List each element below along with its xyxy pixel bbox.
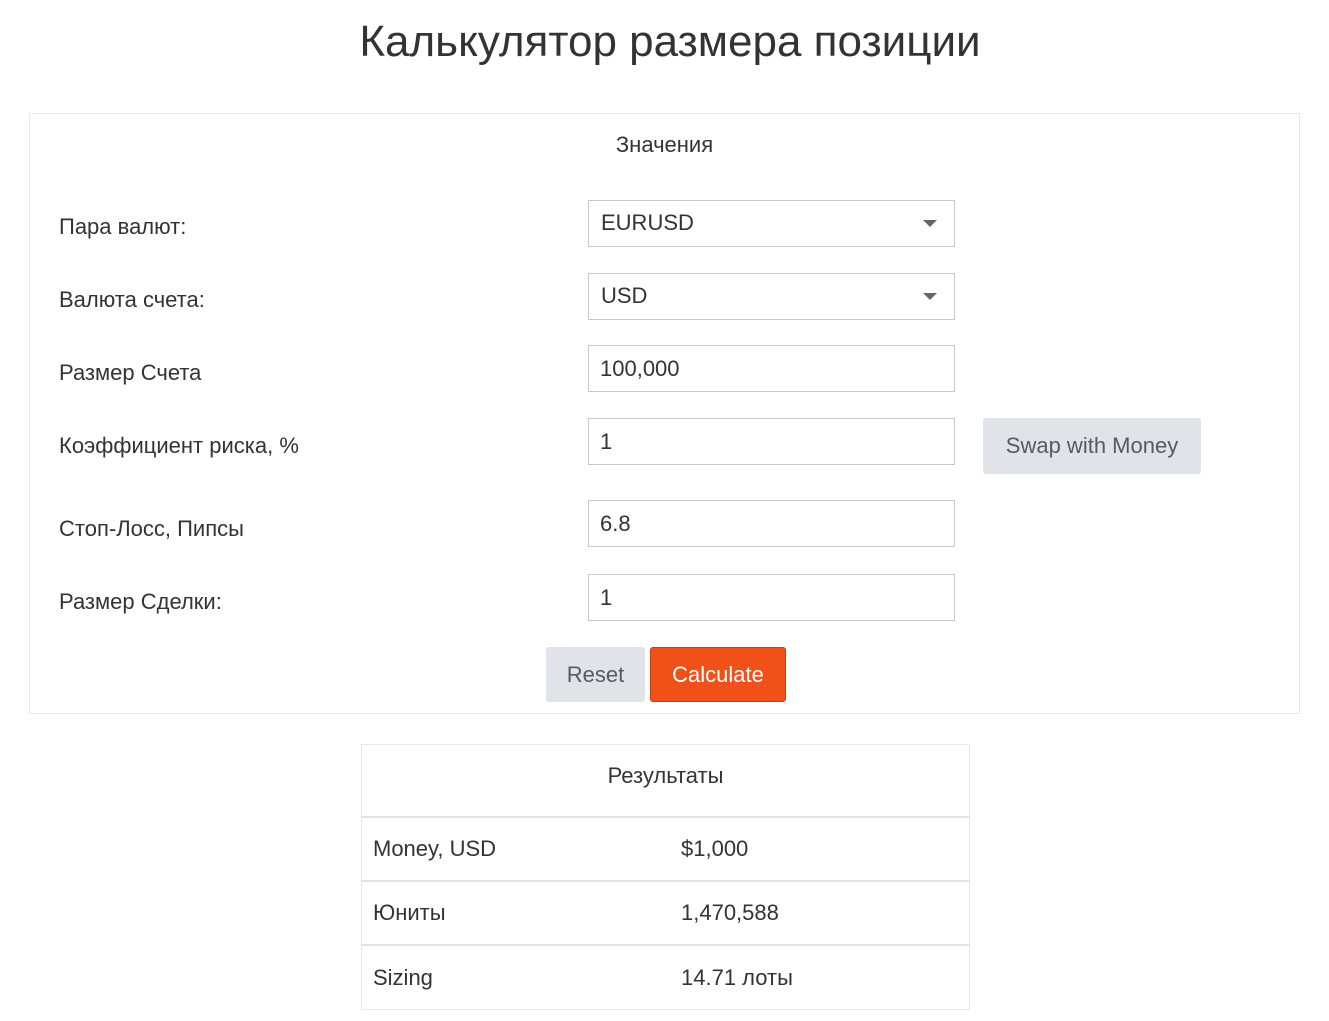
result-value-sizing: 14.71 лоты (681, 964, 793, 990)
results-panel: Результаты Money, USD $1,000 Юниты 1,470… (361, 744, 970, 1010)
risk-ratio-label: Коэффициент риска, % (59, 433, 299, 458)
currency-pair-label: Пара валют: (59, 214, 187, 239)
currency-pair-select[interactable]: EURUSD (588, 200, 955, 247)
values-heading: Значения (615, 132, 714, 157)
chevron-down-icon (923, 293, 937, 300)
table-row: Money, USD $1,000 (362, 817, 969, 881)
table-row: Sizing 14.71 лоты (362, 945, 969, 1009)
risk-ratio-input[interactable] (588, 418, 955, 465)
result-label-units: Юниты (373, 900, 446, 925)
values-panel: Значения Пара валют: EURUSD Валюта счета… (29, 113, 1300, 714)
swap-with-money-button[interactable]: Swap with Money (983, 418, 1201, 474)
account-currency-label: Валюта счета: (59, 287, 205, 312)
stop-loss-input[interactable] (588, 500, 955, 547)
account-currency-value: USD (601, 283, 648, 308)
results-heading: Результаты (607, 763, 724, 788)
table-row: Юниты 1,470,588 (362, 881, 969, 945)
result-label-sizing: Sizing (373, 964, 433, 990)
result-value-units: 1,470,588 (681, 900, 779, 925)
account-size-label: Размер Счета (59, 360, 202, 385)
result-label-money: Money, USD (373, 836, 497, 861)
reset-button[interactable]: Reset (546, 647, 645, 702)
trade-size-input[interactable] (588, 574, 955, 621)
account-currency-select[interactable]: USD (588, 273, 955, 320)
stop-loss-label: Стоп-Лосс, Пипсы (59, 516, 244, 541)
trade-size-label: Размер Сделки: (59, 589, 222, 614)
result-value-money: $1,000 (681, 836, 749, 861)
calculate-button[interactable]: Calculate (650, 647, 786, 702)
page-title: Калькулятор размера позиции (359, 17, 981, 66)
chevron-down-icon (923, 220, 937, 227)
currency-pair-value: EURUSD (601, 210, 694, 235)
results-table: Money, USD $1,000 Юниты 1,470,588 Sizing… (362, 816, 969, 1009)
account-size-input[interactable] (588, 345, 955, 392)
